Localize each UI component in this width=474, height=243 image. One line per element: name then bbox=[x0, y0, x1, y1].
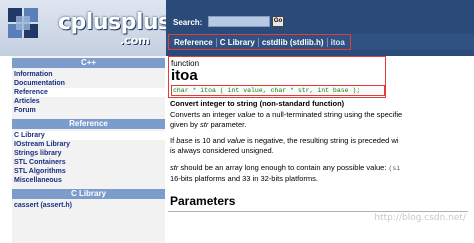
search-go-button[interactable]: Go bbox=[272, 16, 284, 27]
function-name: itoa bbox=[171, 67, 198, 84]
description-paragraph-3: str should be an array long enough to co… bbox=[170, 163, 401, 183]
breadcrumb: Reference C Library cstdlib (stdlib.h) i… bbox=[166, 34, 474, 50]
search-area: Search: Go bbox=[166, 0, 474, 34]
sidebar-section-c-library-title: C Library bbox=[12, 189, 165, 199]
sidebar-section-reference-list: C Library IOstream Library Strings libra… bbox=[12, 129, 165, 187]
sidebar-item-stl-containers[interactable]: STL Containers bbox=[14, 158, 165, 167]
heading-divider bbox=[168, 211, 468, 212]
breadcrumb-reference[interactable]: Reference bbox=[171, 38, 216, 47]
parameters-heading: Parameters bbox=[170, 194, 236, 208]
breadcrumb-cstdlib[interactable]: cstdlib (stdlib.h) bbox=[257, 37, 327, 47]
search-input[interactable] bbox=[208, 16, 270, 27]
sidebar-item-cassert[interactable]: cassert (assert.h) bbox=[14, 201, 165, 210]
sidebar-section-cpp-title: C++ bbox=[12, 58, 165, 68]
sidebar-item-miscellaneous[interactable]: Miscellaneous bbox=[14, 176, 165, 185]
search-label: Search: bbox=[173, 18, 203, 27]
site-header: cplusplus .com Search: Go Reference C Li… bbox=[0, 0, 474, 56]
sidebar-section-c-library-list: cassert (assert.h) bbox=[12, 199, 165, 212]
sidebar-item-information[interactable]: Information bbox=[14, 70, 165, 79]
sidebar-item-iostream-library[interactable]: IOstream Library bbox=[14, 140, 165, 149]
sidebar: C++ Information Documentation Reference … bbox=[12, 56, 165, 243]
breadcrumb-itoa[interactable]: itoa bbox=[326, 37, 348, 47]
watermark: http://blog.csdn.net/ bbox=[374, 213, 466, 223]
sidebar-section-cpp-list: Information Documentation Reference Arti… bbox=[12, 68, 165, 117]
breadcrumb-box: Reference C Library cstdlib (stdlib.h) i… bbox=[168, 34, 351, 50]
sidebar-item-strings-library[interactable]: Strings library bbox=[14, 149, 165, 158]
function-summary: Convert integer to string (non-standard … bbox=[170, 99, 345, 108]
sidebar-section-reference-title: Reference bbox=[12, 119, 165, 129]
description-paragraph-2: If base is 10 and value is negative, the… bbox=[170, 136, 399, 155]
breadcrumb-c-library[interactable]: C Library bbox=[215, 37, 258, 47]
site-logo[interactable]: cplusplus .com bbox=[0, 0, 166, 56]
description-paragraph-1: Converts an integer value to a null-term… bbox=[170, 110, 403, 129]
cube-logo-icon bbox=[8, 8, 38, 38]
function-header-box: function itoa char * itoa ( int value, c… bbox=[168, 56, 386, 98]
sidebar-item-stl-algorithms[interactable]: STL Algorithms bbox=[14, 167, 165, 176]
sidebar-item-documentation[interactable]: Documentation bbox=[14, 79, 165, 88]
sidebar-item-articles[interactable]: Articles bbox=[14, 97, 165, 106]
sidebar-item-reference[interactable]: Reference bbox=[14, 88, 165, 97]
brand-suffix: .com bbox=[120, 34, 150, 47]
sidebar-item-forum[interactable]: Forum bbox=[14, 106, 165, 115]
brand-name: cplusplus bbox=[58, 10, 166, 35]
sidebar-item-c-library[interactable]: C Library bbox=[14, 131, 165, 140]
function-prototype: char * itoa ( int value, char * str, int… bbox=[171, 85, 385, 96]
